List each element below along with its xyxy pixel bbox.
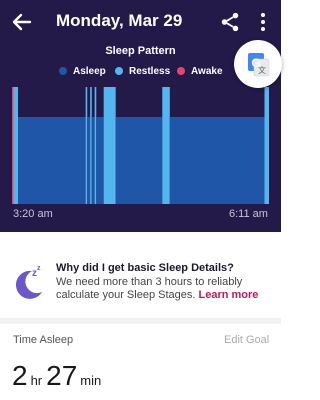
sleep-segment-asleep-4 <box>87 117 91 204</box>
sleep-segment-restless-11 <box>162 87 170 204</box>
sleep-segment-awake-0 <box>12 87 14 204</box>
sleep-details-title: Why did I get basic Sleep Details? <box>56 262 234 274</box>
sleep-segment-asleep-2 <box>18 117 86 204</box>
sleep-segment-restless-3 <box>85 87 88 204</box>
arrow-left-icon[interactable] <box>10 10 34 34</box>
sleep-segment-restless-5 <box>90 87 92 204</box>
sleep-segment-restless-1 <box>13 87 19 204</box>
google-translate-icon: G 文 <box>248 53 270 77</box>
legend-dot-awake <box>177 67 185 75</box>
minutes-value: 27 <box>46 360 78 391</box>
legend-restless: Restless <box>115 65 170 79</box>
sleep-segment-restless-13 <box>264 87 269 204</box>
x-label-end: 6:11 am <box>229 208 268 220</box>
hours-value: 2 <box>12 360 28 391</box>
learn-more-link[interactable]: Learn more <box>198 289 258 301</box>
hours-unit: hr <box>30 373 43 388</box>
sleep-segment-asleep-12 <box>169 117 265 204</box>
sleep-segment-asleep-6 <box>91 117 95 204</box>
legend-dot-asleep <box>59 67 67 75</box>
time-asleep-value: 2 hr 27 min <box>12 360 105 392</box>
svg-text:文: 文 <box>258 65 266 75</box>
share-icon[interactable] <box>219 11 241 33</box>
minutes-unit: min <box>80 373 102 388</box>
sleep-segment-restless-9 <box>103 87 116 204</box>
legend-asleep: Asleep <box>59 65 106 79</box>
more-vertical-icon[interactable] <box>254 11 272 33</box>
moon-sleep-icon: z z <box>15 265 42 299</box>
app-header: Monday, Mar 29 <box>0 0 281 44</box>
svg-text:z: z <box>37 265 41 272</box>
legend-dot-restless <box>115 67 123 75</box>
x-label-start: 3:20 am <box>13 208 53 220</box>
page-title: Monday, Mar 29 <box>56 11 183 30</box>
time-asleep-label: Time Asleep <box>13 334 74 346</box>
section-divider <box>0 318 281 324</box>
translate-button[interactable]: G 文 <box>234 40 282 88</box>
sleep-details-body: We need more than 3 hours to reliably ca… <box>56 276 259 301</box>
sleep-segment-asleep-10 <box>115 117 163 204</box>
edit-goal-button[interactable]: Edit Goal <box>224 334 269 346</box>
legend-awake: Awake <box>177 65 223 79</box>
sleep-segment-asleep-8 <box>96 117 104 204</box>
sleep-pattern-chart <box>12 87 269 204</box>
sleep-segment-restless-7 <box>94 87 97 204</box>
